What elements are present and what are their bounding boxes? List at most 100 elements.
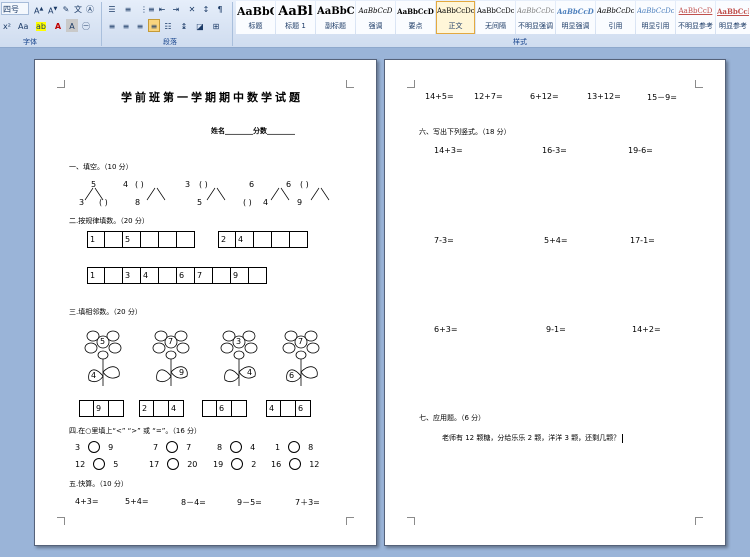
style-no-spacing[interactable]: AaBbCcDc 无间隔 bbox=[476, 1, 515, 34]
vertical-calc-item: 7-3= bbox=[434, 236, 454, 245]
enclose-char-icon[interactable]: ㊀ bbox=[80, 19, 92, 32]
page-2[interactable]: 14+5= 12+7= 6+12= 13+12= 15－9= 六、写出下列竖式。… bbox=[384, 59, 726, 546]
style-subtle-emphasis[interactable]: AaBbCcDc 不明显强调 bbox=[516, 1, 555, 34]
neighbor-cell[interactable] bbox=[154, 400, 169, 417]
align-center-icon[interactable]: ≡ bbox=[120, 19, 132, 32]
neighbor-cell[interactable]: 4 bbox=[169, 400, 184, 417]
neighbor-cell[interactable]: 6 bbox=[296, 400, 311, 417]
font-color-icon[interactable]: A bbox=[52, 19, 64, 32]
case-icon[interactable]: Aa bbox=[16, 19, 30, 32]
pattern-cell[interactable]: 7 bbox=[195, 267, 213, 284]
chinese-layout-icon[interactable]: ✕ bbox=[186, 2, 198, 15]
neighbor-cell[interactable] bbox=[109, 400, 124, 417]
pattern-cell[interactable]: 1 bbox=[87, 267, 105, 284]
line-spacing-icon[interactable]: ↨ bbox=[178, 19, 190, 32]
pattern-cell[interactable] bbox=[177, 231, 195, 248]
align-left-icon[interactable]: ≡ bbox=[106, 19, 118, 32]
paragraph-group-label: 段落 bbox=[163, 38, 177, 46]
pattern-cell[interactable]: 5 bbox=[123, 231, 141, 248]
pattern-cell[interactable]: 4 bbox=[236, 231, 254, 248]
shading-icon[interactable]: ◪ bbox=[194, 19, 206, 32]
compare-circle[interactable] bbox=[166, 441, 179, 453]
pattern-cell[interactable]: 2 bbox=[218, 231, 236, 248]
compare-circle[interactable] bbox=[93, 458, 106, 470]
pattern-cell[interactable]: 3 bbox=[123, 267, 141, 284]
calc-item: 15－9= bbox=[647, 93, 677, 102]
pattern-cell[interactable] bbox=[213, 267, 231, 284]
flower-number: 5 bbox=[100, 337, 106, 346]
numbering-icon[interactable]: ≡ bbox=[122, 2, 134, 15]
style-title[interactable]: AaBbC标题 bbox=[236, 1, 275, 34]
pattern-cell[interactable] bbox=[254, 231, 272, 248]
compare-item: 77 bbox=[153, 441, 192, 453]
pattern-cell[interactable] bbox=[249, 267, 267, 284]
word-problem[interactable]: 老师有 12 颗糖，分给乐乐 2 颗，洋洋 3 颗，还剩几颗？ bbox=[442, 433, 624, 443]
vertical-calc-item: 6+3= bbox=[434, 325, 458, 334]
compare-circle[interactable] bbox=[231, 458, 244, 470]
bullets-icon[interactable]: ☰ bbox=[106, 2, 118, 15]
quick-calc-item: 7＋3= bbox=[295, 498, 320, 507]
compare-circle[interactable] bbox=[230, 441, 243, 453]
neighbor-cell[interactable]: 6 bbox=[217, 400, 232, 417]
pattern-row-b: 2 4 bbox=[218, 231, 308, 248]
font-size-select[interactable]: 四号 bbox=[1, 2, 29, 15]
pattern-cell[interactable]: 6 bbox=[177, 267, 195, 284]
shrink-font-button[interactable]: A▼ bbox=[46, 2, 59, 16]
increase-indent-icon[interactable]: ⇥ bbox=[170, 2, 182, 15]
compare-item: 84 bbox=[217, 441, 256, 453]
pattern-cell[interactable] bbox=[105, 267, 123, 284]
word-problem-text: 老师有 12 颗糖，分给乐乐 2 颗，洋洋 3 颗，还剩几颗？ bbox=[442, 434, 621, 442]
grow-font-button[interactable]: A▲ bbox=[32, 2, 45, 16]
distribute-icon[interactable]: ☷ bbox=[162, 19, 174, 32]
style-subtitle[interactable]: AaBbC 副标题 bbox=[316, 1, 355, 34]
style-subtle-reference[interactable]: AaBbCcD 不明显参考 bbox=[676, 1, 715, 34]
borders-icon[interactable]: ⊞ bbox=[210, 19, 222, 32]
justify-icon[interactable]: ≡ bbox=[148, 19, 160, 32]
font-more-icon[interactable]: x² bbox=[1, 19, 13, 32]
neighbor-cell[interactable]: 2 bbox=[139, 400, 154, 417]
neighbor-cell[interactable] bbox=[232, 400, 247, 417]
multilevel-list-icon[interactable]: ⋮≡ bbox=[138, 2, 157, 15]
neighbor-cell[interactable] bbox=[281, 400, 296, 417]
style-quote[interactable]: AaBbCcDc 引用 bbox=[596, 1, 635, 34]
section-7-heading: 七、应用题。（6 分） bbox=[419, 414, 486, 422]
style-strong[interactable]: AaBbCcD 要点 bbox=[396, 1, 435, 34]
style-intense-quote[interactable]: AaBbCcDc 明显引用 bbox=[636, 1, 675, 34]
pattern-cell[interactable]: 4 bbox=[141, 267, 159, 284]
pattern-cell[interactable] bbox=[272, 231, 290, 248]
style-normal[interactable]: AaBbCcDc 正文 bbox=[436, 1, 475, 34]
neighbor-cell[interactable] bbox=[202, 400, 217, 417]
compare-circle[interactable] bbox=[289, 458, 302, 470]
page-1[interactable]: 学前班第一学期期中数学试题 姓名________分数________ 一、填空。… bbox=[34, 59, 377, 546]
char-shading-icon[interactable]: A bbox=[66, 19, 78, 32]
style-intense-emphasis[interactable]: AaBbCcDc 明显强调 bbox=[556, 1, 595, 34]
pattern-cell[interactable]: 9 bbox=[231, 267, 249, 284]
style-heading-1[interactable]: AaBl 标题 1 bbox=[276, 1, 315, 34]
clear-format-icon[interactable]: ✎ bbox=[60, 2, 72, 15]
compare-circle[interactable] bbox=[288, 441, 301, 453]
style-emphasis[interactable]: AaBbCcD 强调 bbox=[356, 1, 395, 34]
pattern-cell[interactable] bbox=[105, 231, 123, 248]
style-intense-reference[interactable]: AaBbCcD明显参考 bbox=[716, 1, 750, 34]
vertical-calc-item: 16-3= bbox=[542, 146, 567, 155]
phonetic-guide-icon[interactable]: 文 bbox=[72, 2, 84, 15]
show-marks-icon[interactable]: ¶ bbox=[214, 2, 226, 15]
compare-circle[interactable] bbox=[167, 458, 180, 470]
neighbor-cell[interactable] bbox=[79, 400, 94, 417]
pattern-cell[interactable] bbox=[290, 231, 308, 248]
neighbor-cell[interactable]: 4 bbox=[266, 400, 281, 417]
pattern-cell[interactable] bbox=[159, 267, 177, 284]
pattern-cell[interactable] bbox=[159, 231, 177, 248]
pattern-cell[interactable]: 1 bbox=[87, 231, 105, 248]
sort-icon[interactable]: ↕ bbox=[200, 2, 212, 15]
vertical-calc-item: 9-1= bbox=[546, 325, 566, 334]
align-right-icon[interactable]: ≡ bbox=[134, 19, 146, 32]
compare-circle[interactable] bbox=[88, 441, 101, 453]
pattern-cell[interactable] bbox=[141, 231, 159, 248]
highlight-icon[interactable]: ab bbox=[34, 19, 48, 32]
ribbon: 四号 A▲ A▼ ✎ 文 Ⓐ x² Aa ab A A ㊀ 字体 ☰ ≡ ⋮≡ … bbox=[0, 0, 750, 48]
neighbor-cell[interactable]: 9 bbox=[94, 400, 109, 417]
neighbor-boxes: 4 6 bbox=[266, 400, 311, 417]
decrease-indent-icon[interactable]: ⇤ bbox=[156, 2, 168, 15]
char-border-icon[interactable]: Ⓐ bbox=[84, 2, 96, 15]
